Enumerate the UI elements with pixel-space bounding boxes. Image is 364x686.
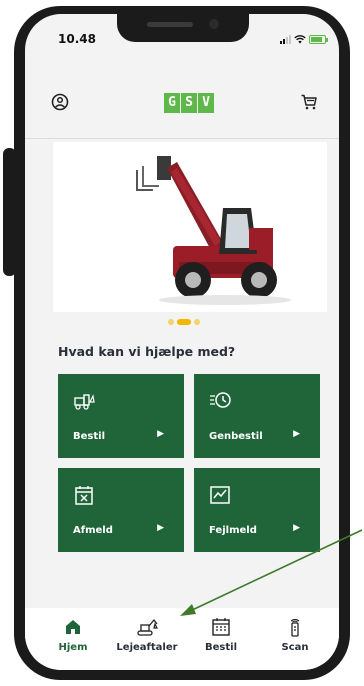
speaker-grille — [147, 22, 193, 27]
carousel-dot-active[interactable] — [177, 319, 191, 325]
front-camera — [209, 19, 219, 29]
calendar-cancel-icon — [75, 486, 93, 505]
wifi-icon — [294, 35, 306, 44]
fejlmeld-tile[interactable]: Fejlmeld ▶ — [194, 468, 320, 552]
truck-order-icon — [74, 394, 95, 410]
afmeld-tile[interactable]: Afmeld ▶ — [58, 468, 184, 552]
phone-screen: 10.48 G S V Hvad kan vi hjælpe med? Best… — [25, 14, 339, 670]
signal-icon — [280, 34, 291, 44]
calendar-icon — [212, 618, 230, 636]
nav-item-hjem[interactable]: Hjem — [34, 608, 112, 670]
banner-image[interactable] — [53, 142, 327, 312]
bottom-nav: Hjem Lejeaftaler Bestil Scan — [25, 608, 339, 670]
scan-remote-icon — [290, 618, 300, 637]
carousel-indicator[interactable] — [168, 319, 200, 325]
telehandler-illustration — [136, 156, 291, 305]
battery-icon — [309, 34, 328, 44]
excavator-icon — [137, 618, 158, 636]
status-icons — [280, 33, 328, 45]
nav-label: Bestil — [205, 642, 237, 653]
nav-label: Scan — [281, 642, 309, 653]
chart-report-icon — [210, 486, 230, 504]
tile-label: Fejlmeld — [209, 525, 257, 536]
tile-label: Genbestil — [209, 431, 263, 442]
genbestil-tile[interactable]: Genbestil ▶ — [194, 374, 320, 458]
cart-icon[interactable] — [299, 92, 319, 112]
tile-label: Afmeld — [73, 525, 113, 536]
gsv-logo: G S V — [164, 93, 215, 113]
chevron-right-icon: ▶ — [157, 429, 164, 439]
nav-label: Lejeaftaler — [116, 642, 178, 653]
clock-reorder-icon — [210, 392, 231, 408]
tile-label: Bestil — [73, 431, 105, 442]
carousel-dot[interactable] — [168, 319, 174, 325]
logo-letter: S — [181, 93, 197, 113]
status-time: 10.48 — [58, 32, 96, 46]
app-header: G S V — [25, 74, 339, 139]
nav-item-lejeaftaler[interactable]: Lejeaftaler — [108, 608, 186, 670]
phone-notch — [117, 14, 249, 42]
section-title: Hvad kan vi hjælpe med? — [58, 344, 236, 359]
nav-item-scan[interactable]: Scan — [256, 608, 334, 670]
app-screenshot: 10.48 G S V Hvad kan vi hjælpe med? Best… — [0, 0, 364, 686]
home-icon — [66, 620, 80, 634]
nav-label: Hjem — [58, 642, 88, 653]
chevron-right-icon: ▶ — [293, 523, 300, 533]
carousel-dot[interactable] — [194, 319, 200, 325]
chevron-right-icon: ▶ — [293, 429, 300, 439]
logo-letter: G — [164, 93, 180, 113]
nav-item-bestil[interactable]: Bestil — [182, 608, 260, 670]
logo-letter: V — [198, 93, 214, 113]
chevron-right-icon: ▶ — [157, 523, 164, 533]
user-circle-icon[interactable] — [50, 92, 70, 112]
bestil-tile[interactable]: Bestil ▶ — [58, 374, 184, 458]
